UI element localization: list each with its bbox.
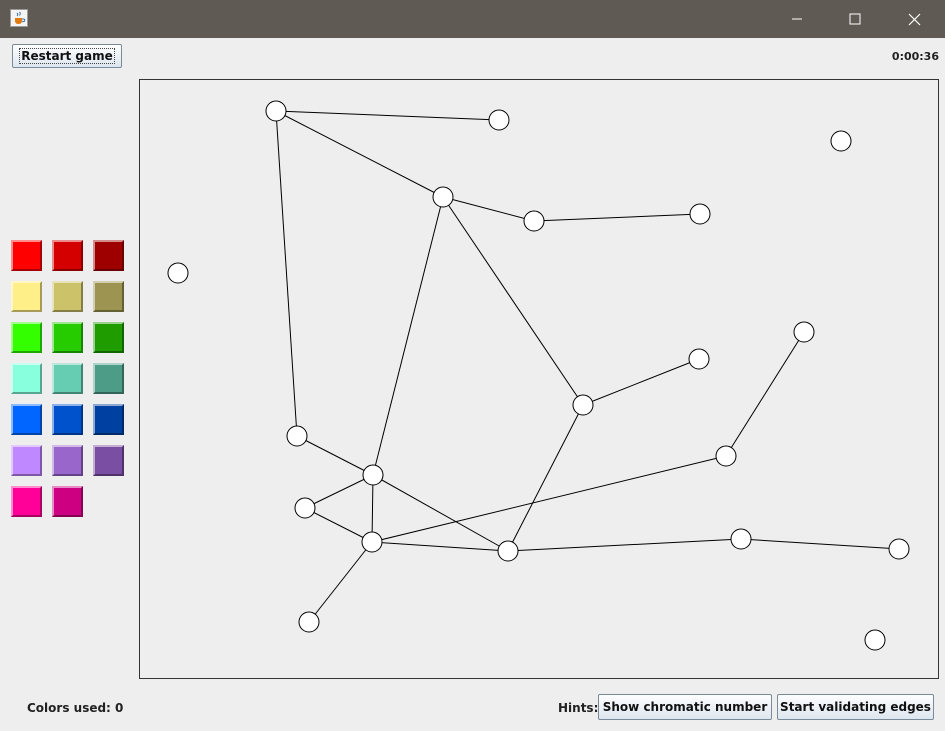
- graph-vertex[interactable]: [689, 203, 711, 225]
- graph-edge[interactable]: [371, 455, 727, 543]
- graph-canvas[interactable]: [139, 79, 939, 679]
- color-swatch[interactable]: [93, 363, 124, 394]
- close-icon: [908, 13, 920, 25]
- color-swatch[interactable]: [52, 486, 83, 517]
- color-swatch[interactable]: [93, 404, 124, 435]
- graph-vertex[interactable]: [497, 540, 519, 562]
- graph-edge[interactable]: [296, 435, 374, 476]
- graph-vertex[interactable]: [488, 109, 510, 131]
- color-swatch[interactable]: [11, 281, 42, 312]
- start-validating-edges-button[interactable]: Start validating edges: [777, 694, 934, 720]
- graph-vertex[interactable]: [888, 538, 910, 560]
- color-swatch[interactable]: [52, 445, 83, 476]
- graph-edge[interactable]: [308, 541, 373, 623]
- graph-edge[interactable]: [275, 110, 298, 437]
- graph-vertex[interactable]: [362, 464, 384, 486]
- graph-edge[interactable]: [507, 404, 584, 552]
- color-swatch[interactable]: [52, 404, 83, 435]
- close-button[interactable]: [885, 0, 943, 38]
- graph-vertex[interactable]: [167, 262, 189, 284]
- color-swatch[interactable]: [11, 404, 42, 435]
- graph-vertex[interactable]: [793, 321, 815, 343]
- java-cup-icon: [10, 9, 28, 27]
- graph-vertex[interactable]: [298, 611, 320, 633]
- graph-edge[interactable]: [740, 538, 900, 550]
- graph-vertex[interactable]: [715, 445, 737, 467]
- graph-vertex[interactable]: [523, 210, 545, 232]
- restart-game-label: Restart game: [19, 48, 115, 64]
- graph-vertex[interactable]: [432, 186, 454, 208]
- maximize-button[interactable]: [826, 0, 884, 38]
- color-swatch[interactable]: [93, 240, 124, 271]
- color-swatch[interactable]: [52, 322, 83, 353]
- maximize-icon: [849, 13, 861, 25]
- color-swatch[interactable]: [93, 445, 124, 476]
- color-swatch[interactable]: [52, 281, 83, 312]
- graph-edge[interactable]: [582, 358, 700, 406]
- graph-vertex[interactable]: [361, 531, 383, 553]
- color-swatch[interactable]: [11, 240, 42, 271]
- graph-edge[interactable]: [304, 474, 374, 509]
- graph-vertex[interactable]: [286, 425, 308, 447]
- show-chromatic-number-button[interactable]: Show chromatic number: [598, 694, 772, 720]
- restart-game-button[interactable]: Restart game: [12, 44, 122, 68]
- graph-edge[interactable]: [533, 213, 701, 222]
- graph-edge[interactable]: [442, 196, 584, 406]
- graph-vertex[interactable]: [830, 130, 852, 152]
- graph-vertex[interactable]: [265, 100, 287, 122]
- color-swatch[interactable]: [93, 281, 124, 312]
- graph-vertex[interactable]: [864, 629, 886, 651]
- minimize-icon: [792, 18, 802, 20]
- graph-edge[interactable]: [372, 474, 509, 552]
- color-swatch[interactable]: [52, 240, 83, 271]
- graph-vertex[interactable]: [688, 348, 710, 370]
- window-title-bar: [0, 0, 945, 38]
- graph-vertex[interactable]: [572, 394, 594, 416]
- elapsed-timer: 0:00:36: [891, 50, 939, 63]
- hints-label: Hints:: [558, 701, 599, 715]
- colors-used-status: Colors used: 0: [27, 701, 124, 715]
- color-swatch[interactable]: [93, 322, 124, 353]
- graph-edge[interactable]: [372, 196, 444, 476]
- graph-edge[interactable]: [507, 538, 742, 552]
- graph-edge[interactable]: [275, 110, 500, 121]
- graph-vertex[interactable]: [730, 528, 752, 550]
- graph-edge[interactable]: [371, 541, 509, 552]
- graph-drawing[interactable]: [140, 80, 938, 678]
- color-swatch[interactable]: [11, 363, 42, 394]
- graph-vertex[interactable]: [294, 497, 316, 519]
- graph-edge[interactable]: [725, 331, 805, 457]
- minimize-button[interactable]: [768, 0, 826, 38]
- vertices-layer: [167, 100, 910, 651]
- color-swatch[interactable]: [11, 322, 42, 353]
- graph-edge[interactable]: [304, 507, 373, 543]
- color-swatch[interactable]: [52, 363, 83, 394]
- color-swatch[interactable]: [11, 445, 42, 476]
- color-swatch[interactable]: [11, 486, 42, 517]
- graph-edge[interactable]: [275, 110, 444, 198]
